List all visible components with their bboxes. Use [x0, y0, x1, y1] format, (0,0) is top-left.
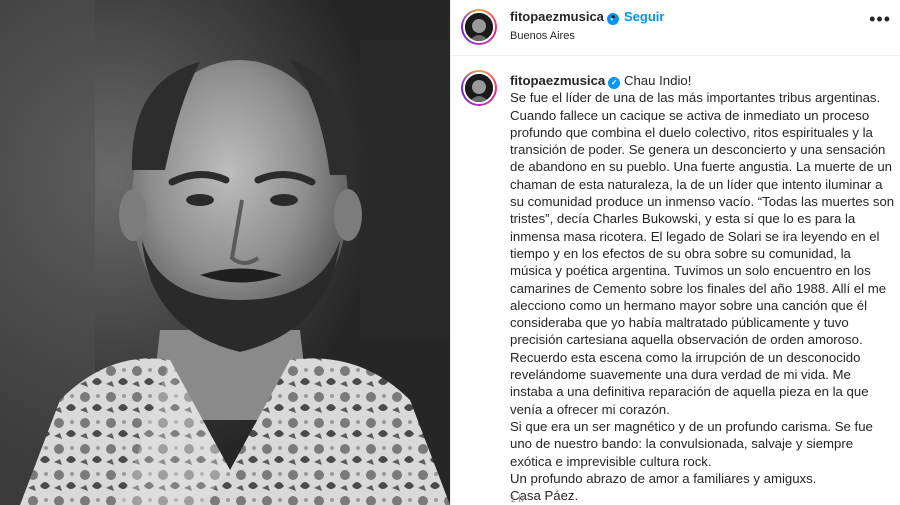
- post-header: fitopaezmusica ✓ • Seguir Buenos Aires ••…: [451, 0, 900, 56]
- caption-line: uno de nuestro bando: la convulsionada, …: [510, 436, 854, 452]
- more-options-icon[interactable]: •••: [869, 10, 891, 28]
- post-timestamp[interactable]: 1 h: [510, 494, 524, 505]
- caption-line: tristes”, decía Charles Bukowski, y esta…: [510, 211, 856, 227]
- post-panel: fitopaezmusica ✓ • Seguir Buenos Aires ••…: [450, 0, 900, 505]
- caption-line: Se fue el líder de una de las más import…: [510, 90, 881, 106]
- caption-first-line: fitopaezmusica ✓ Chau Indio!: [510, 72, 890, 89]
- caption-line: precisión cartesiana aquella observación…: [510, 332, 863, 348]
- caption-line: consideraba que yo había maltratado públ…: [510, 315, 849, 331]
- caption-line: Un profundo abrazo de amor a familiares …: [510, 470, 817, 486]
- caption-line: camarines de Cemento sobre los finales d…: [510, 280, 887, 296]
- caption-line: música y poética argentina. Tuvimos un s…: [510, 263, 871, 279]
- follow-button[interactable]: Seguir: [624, 9, 664, 24]
- avatar-image: [463, 72, 495, 104]
- post-photo[interactable]: [0, 0, 450, 505]
- avatar-image: [463, 11, 495, 43]
- caption-line: Cuando fallece un cacique se activa de i…: [510, 107, 870, 123]
- caption-avatar[interactable]: [461, 70, 497, 106]
- caption-line: Casa Páez.: [510, 488, 579, 504]
- caption-line: chaman de esta naturaleza, la de un líde…: [510, 176, 883, 192]
- portrait-illustration: [0, 0, 450, 505]
- caption-line: venía a ofrecer mi corazón.: [510, 401, 670, 417]
- caption-line: alecciono como un hermano mayor sobre un…: [510, 297, 868, 313]
- caption-line: profundo que combina el duelo colectivo,…: [510, 124, 873, 140]
- caption-line: de abandono en su pueblo. Una fuerte ang…: [510, 159, 892, 175]
- caption-greeting: Chau Indio!: [623, 73, 692, 88]
- caption-line: Si que era un ser magnético y de un prof…: [510, 418, 873, 434]
- caption-line: revelándome suavemente una dura verdad d…: [510, 367, 851, 383]
- header-separator: •: [611, 9, 616, 24]
- caption-line: instaba a una definitiva reparación de a…: [510, 384, 869, 400]
- caption-line: inmensa masa ricotera. El legado de Sola…: [510, 228, 880, 244]
- caption-line: exótica e imprevisible cultura rock.: [510, 453, 712, 469]
- caption-username[interactable]: fitopaezmusica: [510, 73, 605, 88]
- header-username[interactable]: fitopaezmusica ✓: [510, 9, 619, 25]
- caption-line: su comunidad produce un inmenso vacío. “…: [510, 194, 895, 210]
- profile-avatar[interactable]: [461, 9, 497, 45]
- post-location[interactable]: Buenos Aires: [510, 30, 575, 42]
- caption-line: transición de poder. Se genera un descon…: [510, 142, 886, 158]
- caption-line: Recuerdo esta escena como la irrupción d…: [510, 349, 861, 365]
- caption-line: tiempo y en los efectos de su obra sobre…: [510, 245, 851, 261]
- post-caption: fitopaezmusica ✓ Chau Indio! Se fue el lí…: [510, 72, 895, 504]
- verified-badge-icon: ✓: [608, 77, 621, 89]
